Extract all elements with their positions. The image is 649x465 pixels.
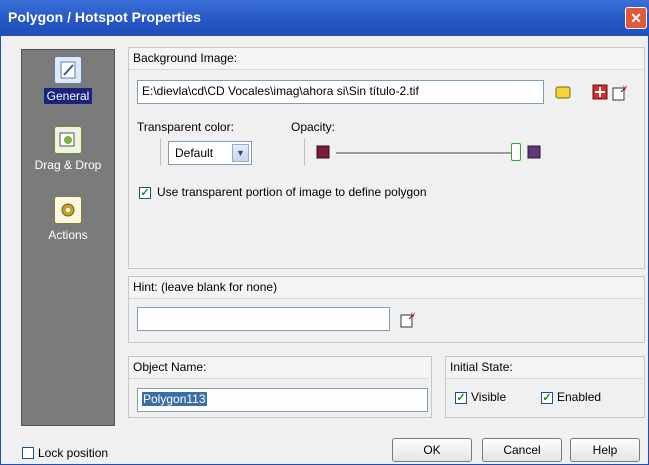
use-transparent-checkbox[interactable]: ✓ [139, 187, 151, 199]
drag-drop-icon [54, 126, 82, 154]
opacity-slider-thumb[interactable] [511, 143, 521, 161]
side-navigation: General Drag & Drop Actions [21, 49, 115, 426]
variable-button[interactable]: v [612, 83, 628, 101]
chevron-down-icon: ▼ [232, 144, 249, 162]
svg-text:v: v [623, 83, 627, 92]
plus-icon [592, 84, 608, 100]
window-title: Polygon / Hotspot Properties [8, 9, 201, 25]
hint-header: Hint: (leave blank for none) [129, 277, 642, 299]
pencil-page-icon [54, 56, 82, 84]
svg-text:v: v [411, 310, 415, 319]
hint-input[interactable] [137, 307, 390, 331]
background-image-header: Background Image: [129, 48, 642, 70]
opacity-min-icon [315, 144, 331, 160]
transparent-color-value: Default [175, 146, 214, 160]
object-name-input[interactable]: Polygon113 [137, 388, 428, 412]
folder-icon [555, 86, 571, 99]
opacity-slider-track[interactable] [336, 152, 516, 155]
visible-label: Visible [471, 390, 507, 404]
nav-item-drag-drop[interactable]: Drag & Drop [22, 126, 114, 172]
enabled-checkbox[interactable]: ✓ [541, 392, 553, 404]
help-button[interactable]: Help [570, 438, 640, 462]
opacity-label: Opacity: [291, 120, 336, 134]
lock-position-checkbox[interactable] [22, 447, 34, 459]
opacity-divider [304, 138, 305, 166]
close-button[interactable]: ✕ [625, 7, 647, 29]
transparent-color-divider [160, 138, 161, 166]
hint-variable-button[interactable]: v [400, 310, 416, 328]
object-name-value: Polygon113 [142, 392, 207, 406]
lock-position-label: Lock position [38, 446, 109, 460]
close-icon: ✕ [630, 10, 642, 26]
ok-button[interactable]: OK [392, 438, 472, 462]
nav-item-general[interactable]: General [22, 56, 114, 104]
transparent-color-select[interactable]: Default ▼ [168, 141, 252, 165]
background-image-path-field[interactable]: E:\dievla\cd\CD Vocales\imag\ahora si\Si… [137, 80, 544, 104]
opacity-max-icon [526, 144, 542, 160]
object-name-header: Object Name: [129, 357, 429, 379]
variable-icon: v [612, 83, 627, 101]
nav-item-label: Actions [48, 228, 88, 242]
visible-checkbox[interactable]: ✓ [455, 392, 467, 404]
nav-item-label: Drag & Drop [34, 158, 102, 172]
nav-item-label: General [43, 88, 93, 104]
enabled-label: Enabled [557, 390, 602, 404]
initial-state-header: Initial State: [446, 357, 642, 379]
cancel-button[interactable]: Cancel [482, 438, 562, 462]
title-bar: Polygon / Hotspot Properties ✕ [0, 0, 649, 36]
nav-item-actions[interactable]: Actions [22, 196, 114, 242]
browse-folder-button[interactable] [555, 84, 571, 100]
gears-icon [54, 196, 82, 224]
add-image-button[interactable] [592, 84, 608, 100]
use-transparent-label: Use transparent portion of image to defi… [157, 185, 427, 199]
transparent-color-label: Transparent color: [137, 120, 234, 134]
variable-icon: v [400, 310, 415, 328]
